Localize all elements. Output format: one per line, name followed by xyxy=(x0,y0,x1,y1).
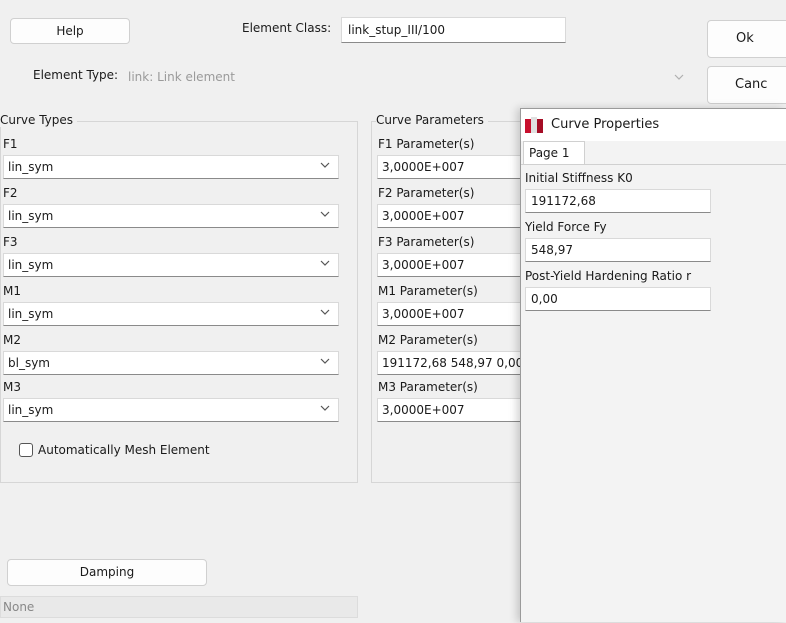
curve-parameters-title: Curve Parameters xyxy=(376,113,488,127)
param-field-m2[interactable]: 191172,68 548,97 0,00 xyxy=(377,351,527,375)
select-value: lin_sym xyxy=(8,403,54,417)
cancel-button[interactable]: Canc xyxy=(707,66,786,104)
select-value: lin_sym xyxy=(8,209,54,223)
chevron-down-icon xyxy=(320,211,330,217)
select-value: bl_sym xyxy=(8,356,50,370)
damping-value: None xyxy=(0,596,358,618)
curve-type-select-m1[interactable]: lin_sym xyxy=(3,302,339,326)
param-label-m3: M3 Parameter(s) xyxy=(378,380,478,394)
element-class-label: Element Class: xyxy=(242,21,332,35)
curve-types-title: Curve Types xyxy=(0,113,78,127)
param-field-m1[interactable]: 3,0000E+007 xyxy=(377,302,527,326)
tab-page-1[interactable]: Page 1 xyxy=(523,141,585,165)
param-field-f1[interactable]: 3,0000E+007 xyxy=(377,155,527,179)
initial-stiffness-field[interactable]: 191172,68 xyxy=(525,189,711,213)
hardening-ratio-label: Post-Yield Hardening Ratio r xyxy=(525,269,692,283)
element-class-field[interactable]: link_stup_III/100 xyxy=(341,17,566,43)
param-field-f2[interactable]: 3,0000E+007 xyxy=(377,204,527,228)
curve-type-select-f2[interactable]: lin_sym xyxy=(3,204,339,228)
curve-type-label-f2: F2 xyxy=(3,186,18,200)
param-field-f3[interactable]: 3,0000E+007 xyxy=(377,253,527,277)
element-type-value: link: Link element xyxy=(128,70,235,84)
curve-properties-app-icon xyxy=(525,117,543,133)
param-label-f2: F2 Parameter(s) xyxy=(378,186,475,200)
param-field-m3[interactable]: 3,0000E+007 xyxy=(377,398,527,422)
damping-button[interactable]: Damping xyxy=(7,559,207,586)
curve-type-select-f3[interactable]: lin_sym xyxy=(3,253,339,277)
chevron-down-icon xyxy=(674,74,684,80)
param-label-f1: F1 Parameter(s) xyxy=(378,137,475,151)
select-value: lin_sym xyxy=(8,258,54,272)
element-type-label: Element Type: xyxy=(33,68,119,82)
curve-type-select-f1[interactable]: lin_sym xyxy=(3,155,339,179)
curve-type-select-m3[interactable]: lin_sym xyxy=(3,398,339,422)
element-type-select[interactable]: link: Link element xyxy=(124,64,696,90)
curve-type-label-m3: M3 xyxy=(3,380,21,394)
hardening-ratio-field[interactable]: 0,00 xyxy=(525,287,711,311)
chevron-down-icon xyxy=(320,309,330,315)
window-title: Curve Properties xyxy=(551,117,660,132)
param-label-m1: M1 Parameter(s) xyxy=(378,284,478,298)
select-value: lin_sym xyxy=(8,307,54,321)
ok-button[interactable]: Ok xyxy=(707,20,786,58)
curve-type-select-m2[interactable]: bl_sym xyxy=(3,351,339,375)
chevron-down-icon xyxy=(320,358,330,364)
chevron-down-icon xyxy=(320,405,330,411)
chevron-down-icon xyxy=(320,260,330,266)
auto-mesh-label: Automatically Mesh Element xyxy=(38,443,210,457)
auto-mesh-checkbox[interactable] xyxy=(19,443,33,457)
curve-properties-window: Curve Properties Page 1 Initial Stiffnes… xyxy=(520,108,786,622)
param-label-m2: M2 Parameter(s) xyxy=(378,333,478,347)
curve-type-label-m1: M1 xyxy=(3,284,21,298)
curve-type-label-f1: F1 xyxy=(3,137,18,151)
chevron-down-icon xyxy=(320,162,330,168)
yield-force-field[interactable]: 548,97 xyxy=(525,238,711,262)
select-value: lin_sym xyxy=(8,160,54,174)
curve-type-label-m2: M2 xyxy=(3,333,21,347)
param-label-f3: F3 Parameter(s) xyxy=(378,235,475,249)
window-title-bar[interactable]: Curve Properties xyxy=(521,109,786,141)
yield-force-label: Yield Force Fy xyxy=(525,220,607,234)
curve-type-label-f3: F3 xyxy=(3,235,18,249)
help-button[interactable]: Help xyxy=(10,18,130,44)
initial-stiffness-label: Initial Stiffness K0 xyxy=(525,171,633,185)
